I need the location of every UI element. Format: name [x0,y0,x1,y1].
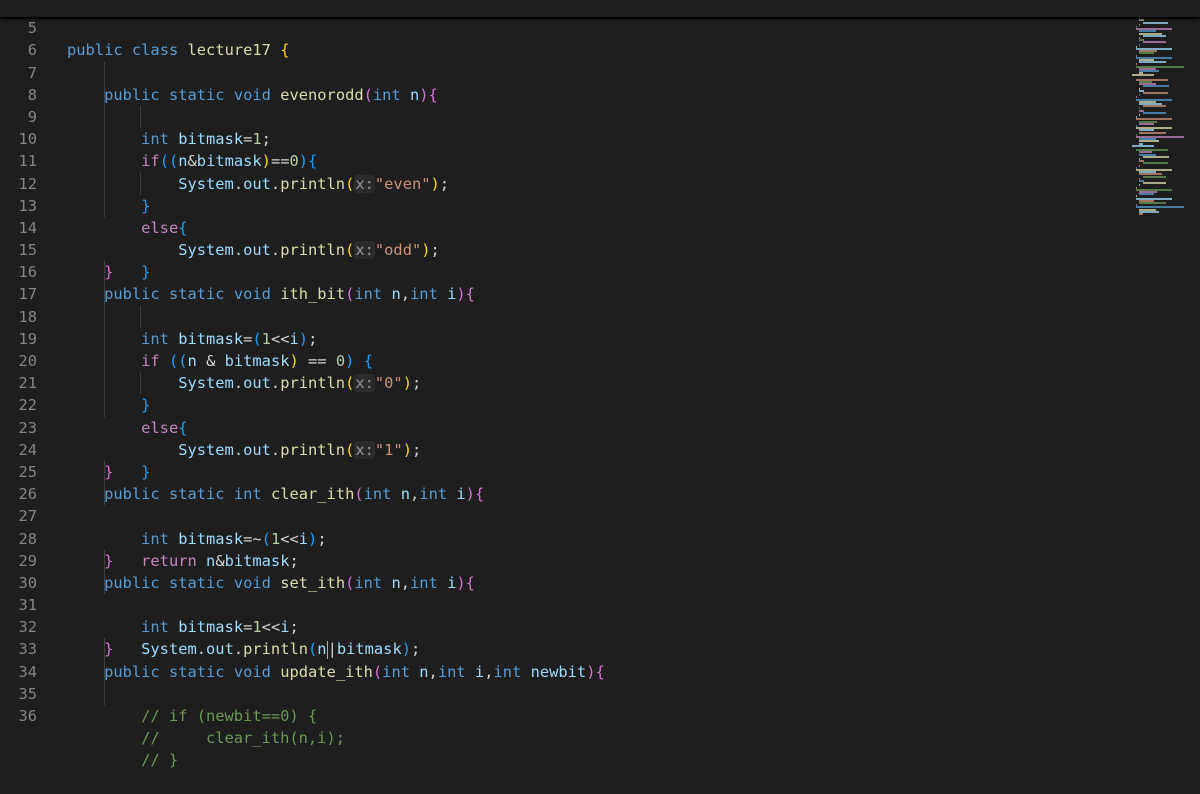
code-row[interactable]: 13 System.out.println(x:"odd"); [0,172,1200,260]
code-row[interactable]: 8 int bitmask=1; [0,61,1200,148]
minimap-line [1139,43,1141,46]
code-row[interactable]: 33 public static void update_ith(int n,i… [0,616,1200,680]
line-number: 5 [27,19,37,38]
minimap-line [1142,175,1167,178]
code-row[interactable]: 24 } [0,417,1200,481]
code-line[interactable]: // if (newbit==0) { [67,705,317,727]
code-row[interactable]: 25 public static int clear_ith(int n,int… [0,439,1200,503]
code-row[interactable]: 22 System.out.println(x:"1"); [0,372,1200,459]
minimap-line [1142,105,1167,108]
code-row[interactable]: 26 int bitmask=~(1<<i); [0,460,1200,548]
minimap-line [1142,85,1169,88]
code-row[interactable]: 19 System.out.println(x:"0"); [0,305,1200,393]
minimap-line [1139,94,1141,97]
code-row[interactable]: 16 public static void ith_bit(int n,int … [0,239,1200,303]
code-row[interactable]: 10 System.out.println(x:"even"); [0,105,1200,193]
code-row[interactable]: 36 // } [0,682,1200,769]
code-row[interactable]: 6 [0,17,1200,59]
sticky-scroll-line[interactable]: 5 public class lecture17 { [0,0,1200,59]
minimap-line [1139,131,1167,134]
code-row[interactable]: 34 // if (newbit==0) { [0,638,1200,725]
minimap-line [1142,34,1167,37]
minimap-line [1139,213,1143,215]
code-row[interactable]: 28 } [0,505,1200,570]
minimap-line [1142,162,1168,165]
minimap-line [1132,144,1154,147]
code-row[interactable]: 32 } [0,594,1200,658]
minimap-line [1132,74,1154,77]
line-number: 36 [18,707,37,726]
minimap-line [1142,21,1168,24]
minimap-line [1139,52,1155,55]
minimap-line [1139,114,1141,116]
code-row[interactable]: 23 } [0,394,1200,481]
code-row[interactable]: 12 else{ [0,150,1200,237]
code-line[interactable]: // } [67,749,178,771]
code-row[interactable]: 17 int bitmask=(1<<i); [0,261,1200,348]
code-row[interactable]: 18 if ((n & bitmask) == 0) { [0,283,1200,370]
code-row[interactable]: 29 public static void set_ith(int n,int … [0,528,1200,592]
code-row[interactable]: 35 // clear_ith(n,i); [0,660,1200,747]
minimap-line [1142,182,1167,185]
minimap-line [1139,61,1167,64]
code-line[interactable]: // clear_ith(n,i); [67,727,345,749]
minimap-line [1142,111,1167,114]
minimap-line [1139,184,1141,187]
minimap-line [1139,122,1155,125]
code-row[interactable]: 15 } [0,217,1200,281]
minimap-line [1139,202,1167,204]
minimap-line [1142,41,1167,44]
code-editor[interactable]: 5 public class lecture17 { 6 7 public st… [0,0,1200,769]
minimap-line [1139,23,1141,26]
minimap[interactable] [1122,0,1200,695]
code-row[interactable]: 9 if((n&bitmask)==0){ [0,83,1200,170]
minimap-line [1142,155,1169,158]
code-row[interactable]: 30 int bitmask=1<<i; [0,549,1200,636]
code-row[interactable]: 21 else{ [0,350,1200,437]
code-line[interactable]: public class lecture17 { [67,39,289,61]
code-row[interactable]: 31 System.out.println(n|bitmask); [0,571,1200,659]
code-row[interactable]: 14 } [0,194,1200,281]
minimap-line [1142,92,1168,94]
minimap-line [1139,164,1141,167]
minimap-line [1139,193,1155,196]
code-row[interactable]: 11 } [0,128,1200,215]
code-row[interactable]: 20 } [0,327,1200,414]
code-row[interactable]: 27 return n&bitmask; [0,483,1200,570]
